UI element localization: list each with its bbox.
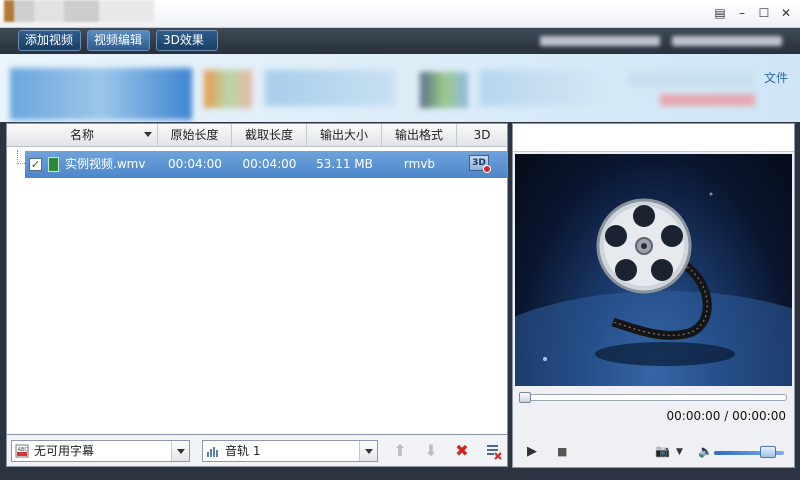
cell-output-format: rmvb [403, 157, 436, 171]
column-header-clip-length[interactable]: 截取长度 [232, 124, 307, 147]
chevron-down-icon[interactable] [359, 441, 377, 461]
column-header-original-length[interactable]: 原始长度 [158, 124, 232, 147]
preview-panel: 00:00:00 / 00:00:00 ▶ ■ 📷 ▼ 🔈 [512, 123, 795, 468]
banner-obscured-7 [660, 94, 755, 106]
preview-header [513, 124, 794, 152]
cell-name: 实例视频.wmv [65, 157, 146, 171]
delete-icon[interactable]: ✖ [453, 442, 471, 460]
stop-icon[interactable]: ■ [557, 445, 567, 458]
video-edit-button[interactable]: 视频编辑 [87, 30, 150, 51]
column-header-output-size[interactable]: 输出大小 [307, 124, 382, 147]
camera-icon[interactable]: 📷 [655, 444, 670, 458]
maximize-icon[interactable]: ☐ [756, 5, 772, 21]
banner-obscured-3 [265, 70, 395, 106]
volume-handle[interactable] [759, 446, 776, 458]
seek-handle[interactable] [519, 392, 531, 403]
subtitle-icon: ABC [15, 444, 29, 458]
3d-off-dot-icon [483, 165, 491, 173]
column-header-3d[interactable]: 3D [457, 124, 507, 147]
column-header-output-format[interactable]: 输出格式 [382, 124, 457, 147]
audio-track-select[interactable]: 音轨 1 [202, 440, 378, 462]
file-list-panel: 名称 原始长度 截取长度 输出大小 输出格式 3D ✓ 实例视频.wmv 00:… [6, 123, 508, 435]
list-bottom-bar: ABC 无可用字幕 音轨 1 ⬆ ⬇ ✖ [6, 435, 508, 467]
banner-obscured-4 [420, 72, 468, 108]
move-down-icon[interactable]: ⬇ [422, 442, 440, 460]
video-preview[interactable] [515, 154, 792, 386]
table-row[interactable]: ✓ 实例视频.wmv 00:04:00 00:04:00 53.11 MB rm… [25, 151, 507, 178]
volume-icon[interactable]: 🔈 [698, 444, 713, 458]
title-bar: ▤ – ☐ ✕ [0, 0, 800, 28]
menu-icon[interactable]: ▤ [712, 5, 728, 21]
cell-clip-length: 00:04:00 [242, 157, 297, 171]
banner: 文件 [0, 54, 800, 122]
film-reel-icon [515, 192, 792, 386]
window-controls: ▤ – ☐ ✕ [712, 5, 794, 21]
cell-output-size: 53.11 MB [316, 157, 373, 171]
add-video-button[interactable]: 添加视频 [18, 30, 81, 51]
seek-bar[interactable] [519, 392, 787, 403]
banner-obscured-1 [10, 68, 192, 120]
chevron-down-icon[interactable] [171, 441, 189, 461]
3d-effect-button[interactable]: 3D效果 [156, 30, 218, 51]
cell-original-length: 00:04:00 [168, 157, 222, 171]
svg-text:ABC: ABC [18, 447, 29, 453]
tree-connector [17, 150, 25, 164]
banner-link[interactable]: 文件 [764, 69, 788, 86]
toolbar-obscured-area-2 [672, 36, 782, 46]
sort-down-icon [144, 132, 152, 137]
minimize-icon[interactable]: – [734, 5, 750, 21]
move-up-icon[interactable]: ⬆ [391, 442, 409, 460]
column-header-name[interactable]: 名称 [7, 124, 158, 147]
file-list-header: 名称 原始长度 截取长度 输出大小 输出格式 3D [7, 124, 507, 147]
clear-list-icon[interactable] [485, 442, 503, 460]
3d-badge-icon[interactable]: 3D [469, 155, 491, 173]
play-icon[interactable]: ▶ [527, 444, 537, 459]
audio-track-icon [207, 447, 218, 457]
chevron-down-icon[interactable]: ▼ [676, 447, 683, 457]
banner-obscured-2 [204, 70, 252, 108]
banner-obscured-6 [628, 72, 753, 86]
subtitle-select[interactable]: ABC 无可用字幕 [11, 440, 190, 462]
banner-obscured-5 [480, 70, 610, 106]
row-checkbox[interactable]: ✓ [29, 158, 42, 171]
toolbar-obscured-area [540, 36, 660, 46]
timecode: 00:00:00 / 00:00:00 [666, 409, 786, 423]
toolbar: 添加视频 视频编辑 3D效果 [0, 28, 800, 54]
app-logo [4, 0, 154, 22]
video-file-icon [48, 157, 59, 172]
close-icon[interactable]: ✕ [778, 5, 794, 21]
